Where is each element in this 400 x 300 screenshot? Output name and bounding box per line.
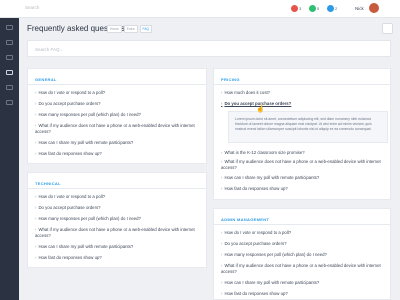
faq-section-general: GENERAL › How do I vote or respond to a p… [27, 68, 207, 164]
faq-section-admin: ADMIN MANAGEMENT › How do I vote or respo… [213, 208, 391, 300]
user-name[interactable]: Nick [355, 6, 364, 11]
breadcrumb-faq: FAQ [139, 25, 153, 33]
faq-question[interactable]: › How fast do responses show up? [35, 255, 102, 260]
section-title: TECHNICAL [35, 181, 61, 186]
breadcrumb-extra[interactable]: Extra [123, 25, 138, 33]
faq-question[interactable]: › How do I vote or respond to a poll? [35, 194, 105, 199]
chart-icon[interactable] [6, 55, 13, 60]
faq-question[interactable]: › How fast do responses show up? [35, 151, 102, 156]
avatar[interactable] [369, 3, 379, 13]
section-title: GENERAL [35, 77, 57, 82]
faq-question[interactable]: › How do I vote or respond to a poll? [221, 230, 291, 235]
hand-cursor-icon: ☝ [256, 106, 265, 113]
faq-question[interactable]: › Do you accept purchase orders? [221, 241, 287, 246]
faq-question[interactable]: › What if my audience does not have a pho… [35, 227, 195, 238]
notification-count: 3 [299, 6, 302, 11]
global-search-input[interactable]: Search [25, 5, 39, 10]
faq-question[interactable]: › How can I share my poll with remote par… [221, 280, 319, 285]
faq-search-placeholder: Search FAQ... [35, 47, 64, 52]
faq-question[interactable]: › What is the K-12 classroom size promise… [221, 150, 305, 155]
dashboard-icon[interactable] [6, 25, 13, 30]
section-title: ADMIN MANAGEMENT [221, 217, 270, 222]
messages-icon[interactable] [309, 5, 316, 12]
faq-question[interactable]: › What if my audience does not have a pho… [35, 123, 195, 134]
faq-section-technical: TECHNICAL › How do I vote or respond to a… [27, 172, 207, 268]
faq-question[interactable]: › What if my audience does not have a pho… [221, 159, 381, 170]
breadcrumb-home[interactable]: Home [107, 25, 122, 33]
faq-question[interactable]: › How much does it cost? [221, 90, 270, 95]
faq-question[interactable]: › How many responses per poll (which plan… [35, 112, 141, 117]
faq-question[interactable]: › Do you accept purchase orders? [35, 205, 101, 210]
sidebar [0, 0, 19, 300]
faq-question[interactable]: › How fast do responses show up? [221, 186, 288, 191]
edit-icon[interactable] [6, 40, 13, 45]
breadcrumb: Home Extra FAQ [107, 25, 153, 33]
faq-question[interactable]: › How do I vote or respond to a poll? [35, 90, 105, 95]
faq-answer: Lorem ipsum dolor sit amet, consectetuer… [228, 111, 388, 143]
faq-question[interactable]: › How can I share my poll with remote par… [35, 244, 133, 249]
user-icon[interactable] [6, 100, 13, 105]
messages-count: 5 [317, 6, 320, 11]
topbar: Search 3 5 2 Nick [0, 0, 400, 18]
faq-question[interactable]: › How can I share my poll with remote par… [221, 175, 319, 180]
settings-button[interactable] [382, 23, 393, 34]
faq-search-input[interactable]: Search FAQ... [27, 40, 391, 57]
faq-question[interactable]: › How many responses per poll (which plan… [35, 216, 141, 221]
section-title: PRICING [221, 77, 240, 82]
notification-icon[interactable] [291, 5, 298, 12]
tasks-count: 2 [335, 6, 338, 11]
faq-question[interactable]: › How can I share my poll with remote par… [35, 140, 133, 145]
faq-question[interactable]: › How fast do responses show up? [221, 291, 288, 296]
faq-question[interactable]: › How many responses per poll (which plan… [221, 252, 327, 257]
faq-question[interactable]: › Do you accept purchase orders? [35, 101, 101, 106]
folder-icon[interactable] [6, 70, 13, 75]
faq-question[interactable]: › What if my audience does not have a pho… [221, 263, 381, 274]
settings-icon[interactable] [6, 85, 13, 90]
tasks-icon[interactable] [327, 5, 334, 12]
